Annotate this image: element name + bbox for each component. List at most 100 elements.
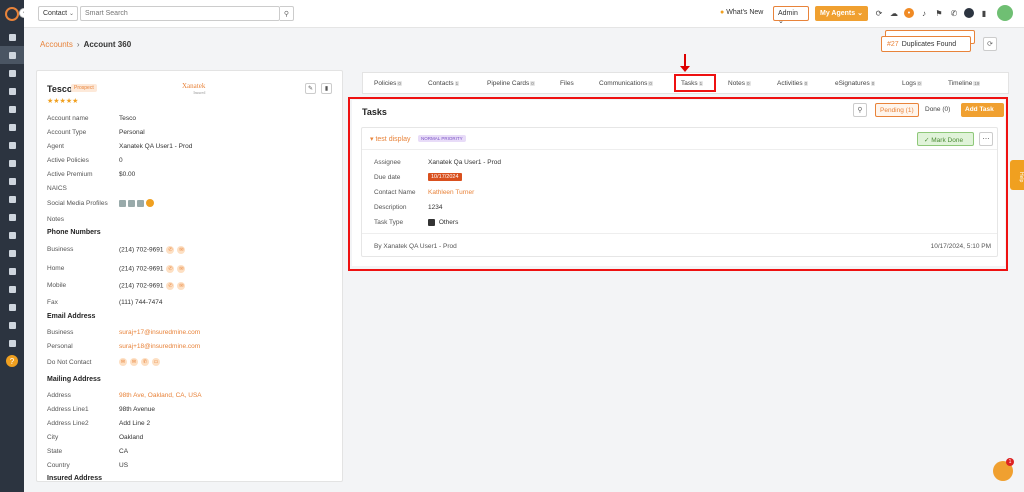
analytics-icon[interactable] (0, 190, 24, 208)
folder-icon[interactable] (0, 208, 24, 226)
tab-label: Logs (902, 80, 917, 87)
rating-stars[interactable]: ★★★★★ (47, 97, 78, 105)
smart-search-input[interactable] (80, 6, 280, 21)
pending-filter-button[interactable]: Pending (1) (875, 103, 919, 117)
phone-number: (214) 702-9691 (119, 246, 164, 254)
search-icon[interactable]: ⚲ (280, 6, 294, 21)
task-created-by: By Xanatek QA User1 - Prod (374, 243, 457, 250)
contact-type-select[interactable]: Contact ⌄ (38, 6, 78, 21)
tab-activities[interactable]: Activities 0 (777, 80, 809, 87)
sms-icon[interactable]: ✉ (177, 246, 186, 254)
accounts-icon[interactable] (0, 82, 24, 100)
address-link[interactable]: 98th Ave, Oakland, CA, USA (119, 392, 202, 399)
dashboard-icon[interactable] (0, 28, 24, 46)
email-link[interactable]: suraj+17@insuredmine.com (119, 329, 200, 336)
email-link[interactable]: suraj+18@insuredmine.com (119, 343, 200, 350)
delete-icon[interactable]: ▮ (321, 83, 332, 94)
linkedin-icon[interactable] (119, 199, 126, 207)
edit-icon[interactable]: ✎ (305, 83, 316, 94)
breadcrumb-accounts-link[interactable]: Accounts (40, 40, 73, 49)
google-icon[interactable] (0, 226, 24, 244)
help-side-tab[interactable]: Help (1010, 160, 1024, 190)
tab-policies[interactable]: Policies 0 (374, 80, 402, 87)
mail-icon[interactable] (0, 280, 24, 298)
phone-number: (214) 702-9691 (119, 265, 164, 273)
tab-communications[interactable]: Communications 0 (599, 80, 653, 87)
flag-icon[interactable]: ⚑ (934, 9, 944, 18)
send-icon[interactable] (0, 298, 24, 316)
duplicates-count: #27 (887, 41, 899, 48)
globe-icon[interactable] (146, 199, 154, 207)
flame-icon: ● (720, 9, 725, 16)
bell-icon[interactable]: ♪ (919, 9, 929, 18)
role-select[interactable]: Admin ⌄ (773, 6, 809, 25)
refresh-button[interactable]: ⟳ (983, 37, 997, 51)
sms-icon[interactable]: ✉ (177, 282, 186, 290)
field-label: NAICS (47, 185, 67, 192)
filter-icon[interactable] (0, 136, 24, 154)
reports-icon[interactable] (0, 118, 24, 136)
tab-count: 0 (803, 80, 809, 86)
documents-icon[interactable] (0, 172, 24, 190)
whats-new-link[interactable]: ● What's New (720, 9, 763, 16)
mark-done-label: Mark Done (931, 137, 964, 144)
sync-icon[interactable]: ⟳ (874, 9, 884, 18)
policies-icon[interactable] (0, 100, 24, 118)
facebook-icon[interactable] (128, 199, 135, 207)
forms-icon[interactable] (0, 244, 24, 262)
calendar-icon[interactable] (0, 262, 24, 280)
tab-count: 19 (973, 80, 981, 86)
trash-icon[interactable]: ▮ (979, 9, 989, 18)
phone-icon[interactable]: ✆ (166, 246, 175, 254)
task-field-label: Description (374, 204, 407, 211)
phone-value: (214) 702-9691 ✆ ✉ (119, 282, 186, 290)
chat-launcher-button[interactable]: 1 (993, 458, 1014, 481)
tab-timeline[interactable]: Timeline 19 (948, 80, 981, 87)
chip-icon[interactable] (964, 8, 974, 18)
done-filter-button[interactable]: Done (0) (923, 103, 955, 117)
search-icon[interactable]: ⚲ (853, 103, 867, 117)
twitter-icon[interactable] (137, 199, 144, 207)
tab-label: Policies (374, 80, 397, 87)
tab-logs[interactable]: Logs 0 (902, 80, 922, 87)
mail-icon[interactable]: ✉ (119, 358, 127, 366)
letter-icon[interactable]: ▭ (152, 358, 160, 366)
task-contact-link[interactable]: Kathleen Turner (428, 189, 474, 196)
sms-icon[interactable]: ✉ (177, 265, 186, 273)
my-agents-button[interactable]: My Agents ⌄ (815, 6, 868, 21)
task-field-label: Contact Name (374, 189, 416, 196)
field-label: Active Premium (47, 171, 93, 178)
tab-esignatures[interactable]: eSignatures 0 (835, 80, 876, 87)
tab-count: 0 (917, 80, 922, 86)
add-task-button[interactable]: Add Task (961, 103, 1004, 117)
help-icon[interactable]: ? (0, 352, 24, 370)
campaign-icon[interactable] (0, 154, 24, 172)
tab-notes[interactable]: Notes 0 (728, 80, 751, 87)
task-name-link[interactable]: ▾ test display (370, 135, 411, 143)
avatar[interactable] (997, 5, 1013, 21)
mark-done-button[interactable]: ✓ Mark Done (917, 132, 974, 146)
phone-icon[interactable]: ✆ (166, 265, 175, 273)
contacts-icon[interactable] (0, 46, 24, 64)
tab-count: 0 (397, 80, 402, 86)
phone-number: (214) 702-9691 (119, 282, 164, 290)
phone-icon[interactable]: ✆ (141, 358, 149, 366)
chart-icon[interactable] (0, 316, 24, 334)
tab-contacts[interactable]: Contacts 1 (428, 80, 460, 87)
task-field-label: Due date (374, 174, 401, 181)
tab-files[interactable]: Files (560, 80, 574, 87)
phone-icon[interactable]: ✆ (949, 9, 959, 18)
cloud-icon[interactable]: ☁ (889, 9, 899, 18)
tab-pipeline-cards[interactable]: Pipeline Cards 0 (487, 80, 535, 87)
insured-section-title: Insured Address (47, 475, 102, 482)
sms-icon[interactable]: ✉ (130, 358, 138, 366)
settings-icon[interactable] (0, 334, 24, 352)
phone-icon[interactable]: ✆ (166, 282, 175, 290)
email-section-title: Email Address (47, 313, 96, 320)
notifications-count-icon[interactable]: • (904, 8, 914, 18)
duplicates-found-button[interactable]: #27 Duplicates Found (881, 36, 971, 52)
leads-icon[interactable] (0, 64, 24, 82)
tasks-panel: Tasks ⚲ Pending (1) Done (0) Add Task ▾ … (352, 100, 1005, 266)
more-options-icon[interactable]: ⋯ (979, 132, 993, 146)
social-icons (119, 199, 154, 207)
